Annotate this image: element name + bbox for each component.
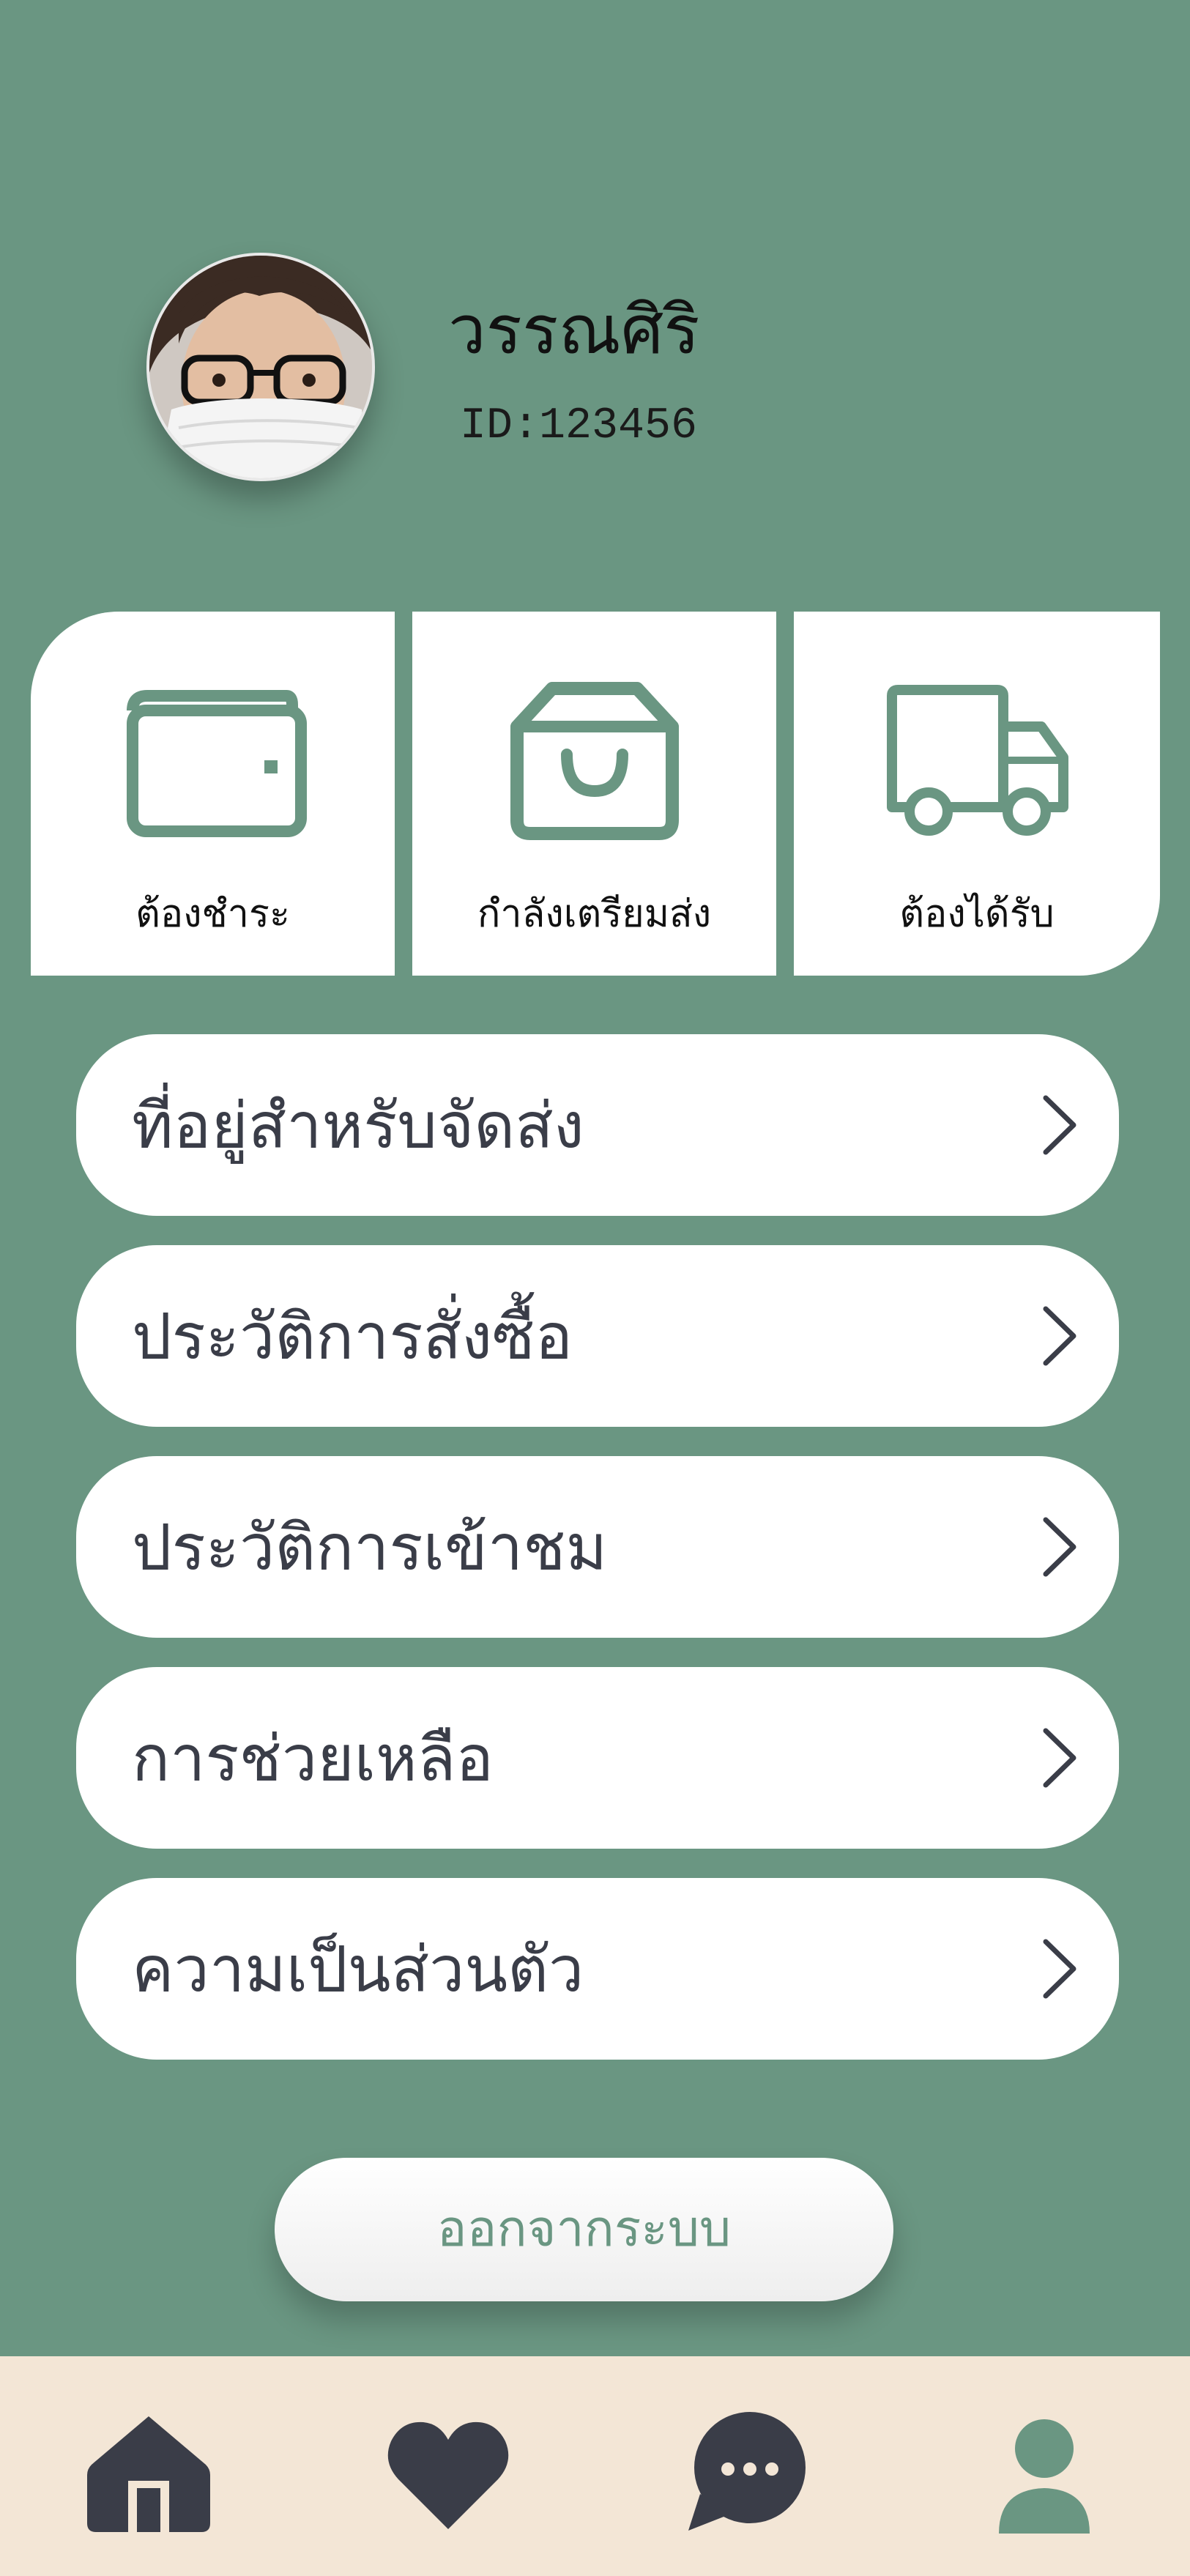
chevron-right-icon — [1043, 1939, 1076, 1999]
nav-chat[interactable] — [678, 2408, 810, 2539]
shopping-bag-icon — [510, 682, 679, 840]
chevron-right-icon — [1043, 1095, 1076, 1155]
user-icon — [999, 2419, 1090, 2534]
profile-user-id: ID:123456 — [460, 401, 698, 451]
menu-label: ความเป็นส่วนตัว — [132, 1933, 584, 2007]
order-status-label: ต้องชำระ — [135, 892, 290, 936]
menu-label: ประวัติการเข้าชม — [132, 1511, 608, 1585]
profile-name: วรรณศิริ — [448, 291, 700, 369]
chevron-right-icon — [1043, 1728, 1076, 1788]
menu-label: ที่อยู่สำหรับจัดส่ง — [132, 1089, 584, 1163]
bottom-navigation — [0, 2356, 1190, 2576]
chevron-right-icon — [1043, 1306, 1076, 1366]
avatar-photo-icon — [149, 256, 372, 478]
nav-favorites[interactable] — [382, 2408, 514, 2539]
heart-icon — [387, 2421, 509, 2529]
delivery-truck-icon — [887, 685, 1068, 836]
avatar[interactable] — [146, 253, 375, 481]
order-status-label: ต้องได้รับ — [899, 892, 1055, 936]
chevron-right-icon — [1043, 1517, 1076, 1577]
menu-privacy[interactable]: ความเป็นส่วนตัว — [76, 1878, 1119, 2060]
nav-home[interactable] — [83, 2408, 215, 2539]
menu-label: การช่วยเหลือ — [132, 1722, 494, 1796]
order-status-preparing[interactable]: กำลังเตรียมส่ง — [412, 612, 776, 976]
order-status-to-pay[interactable]: ต้องชำระ — [31, 612, 395, 976]
profile-screen: วรรณศิริ ID:123456 ต้องชำระ กำลังเตรียมส… — [0, 0, 1190, 2576]
home-icon — [87, 2416, 210, 2532]
nav-profile[interactable] — [978, 2408, 1110, 2539]
menu-label: ประวัติการสั่งซื้อ — [132, 1300, 573, 1374]
menu-help[interactable]: การช่วยเหลือ — [76, 1667, 1119, 1849]
logout-button[interactable]: ออกจากระบบ — [275, 2158, 893, 2301]
menu-order-history[interactable]: ประวัติการสั่งซื้อ — [76, 1245, 1119, 1427]
menu-shipping-address[interactable]: ที่อยู่สำหรับจัดส่ง — [76, 1034, 1119, 1216]
menu-view-history[interactable]: ประวัติการเข้าชม — [76, 1456, 1119, 1638]
wallet-icon — [126, 690, 307, 837]
order-status-label: กำลังเตรียมส่ง — [477, 892, 712, 936]
order-status-to-receive[interactable]: ต้องได้รับ — [794, 612, 1160, 976]
chat-bubble-icon — [688, 2412, 806, 2531]
